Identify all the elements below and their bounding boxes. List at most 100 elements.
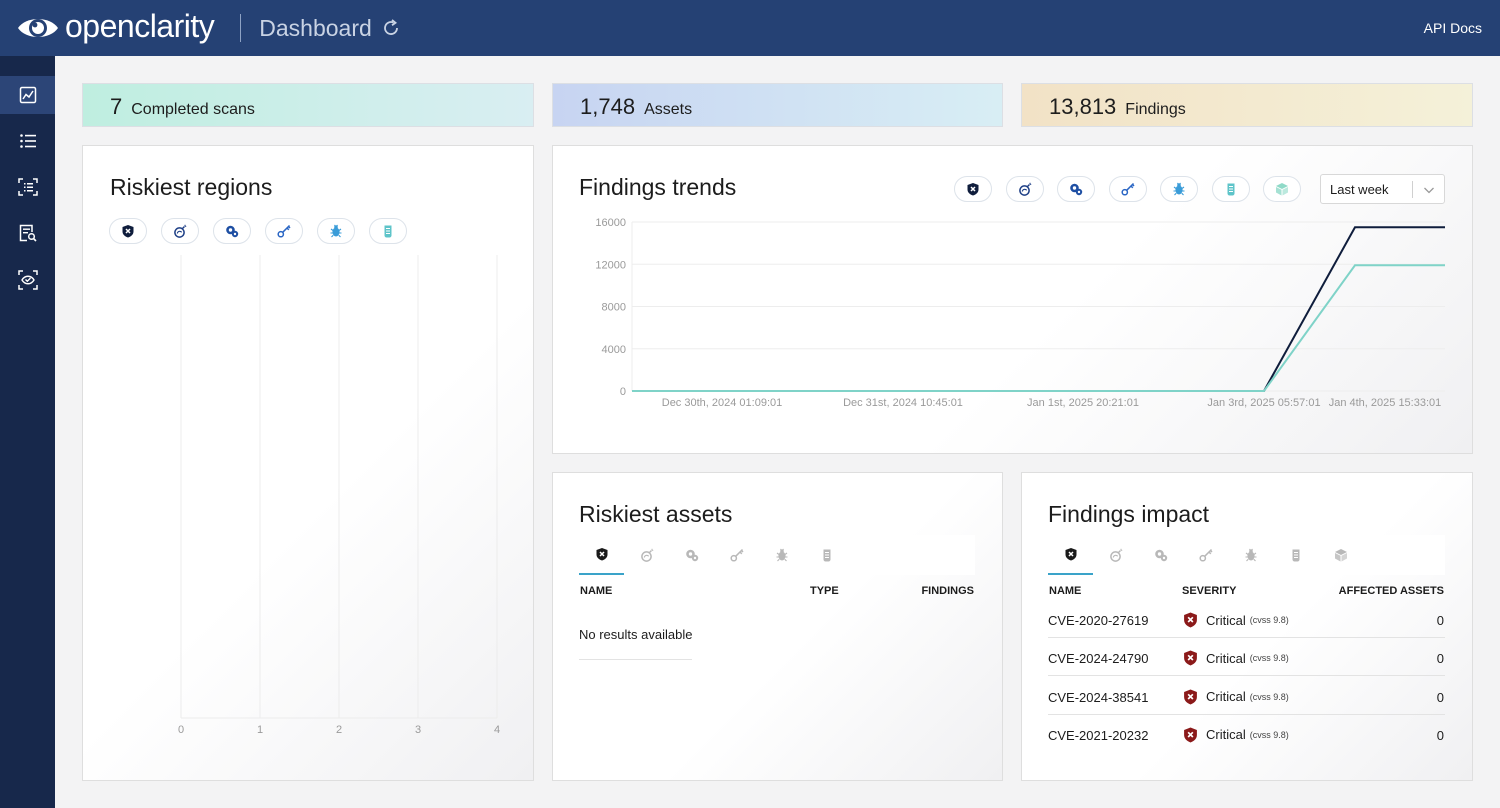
tab-misconfiguration[interactable] [669,535,714,575]
severity-badge: Critical (cvss 9.8) [1183,612,1289,628]
misconfiguration-icon [685,548,699,562]
scan-list-icon [17,178,38,196]
riskiest-assets-title: Riskiest assets [579,501,733,527]
findings-card[interactable]: 13,813 Findings [1021,83,1473,127]
exploit-icon [173,224,187,238]
filter-exploit-toggle[interactable] [161,218,199,244]
column-header-severity[interactable]: SEVERITY [1182,585,1236,597]
scan-eye-icon [17,270,38,290]
filter-malware-toggle[interactable] [1160,176,1198,202]
vulnerability-icon [966,182,980,196]
refresh-icon[interactable] [381,18,401,38]
filter-exploit-toggle[interactable] [1005,176,1044,202]
affected-assets-count: 0 [1436,727,1444,743]
header-divider [240,14,242,42]
tab-rootkit[interactable] [804,535,849,575]
openclarity-logo[interactable]: openclarity [16,8,215,45]
cvss-score: (cvss 9.8) [1249,615,1289,625]
column-header-name[interactable]: NAME [580,585,612,597]
tab-exploit[interactable] [1093,535,1138,575]
tab-secret[interactable] [714,535,759,575]
eye-logo-icon [18,19,58,37]
column-header-affected-assets[interactable]: AFFECTED ASSETS [1339,585,1444,597]
assets-label: Assets [644,101,693,118]
tab-vulnerability[interactable] [1048,535,1093,575]
select-separator [1412,181,1413,198]
tab-secret[interactable] [1183,535,1228,575]
period-select-value: Last week [1330,182,1389,197]
finding-name[interactable]: CVE-2024-38541 [1048,690,1148,705]
sidebar-item-findings[interactable] [0,214,55,252]
rootkit-icon [1289,548,1303,562]
critical-shield-icon [1184,650,1197,666]
package-icon [1334,548,1348,562]
page-title: Dashboard [259,14,372,41]
exploit-icon [640,548,654,562]
filter-malware-toggle[interactable] [317,218,355,244]
column-header-type[interactable]: TYPE [810,585,839,597]
exploit-icon [1109,548,1123,562]
affected-assets-count: 0 [1436,613,1444,628]
search-document-icon [19,224,37,242]
malware-icon [775,548,789,562]
tab-malware[interactable] [759,535,804,575]
filter-vulnerability-toggle[interactable] [109,218,147,244]
tab-vulnerability[interactable] [579,535,624,575]
cvss-score: (cvss 9.8) [1249,653,1289,664]
cvss-score: (cvss 9.8) [1249,729,1289,740]
completed-scans-label: Completed scans [131,101,255,118]
finding-name[interactable]: CVE-2024-24790 [1048,651,1148,666]
severity-label: Critical [1206,650,1246,666]
filter-misconfiguration-toggle[interactable] [1057,176,1095,202]
findings-trends-title: Findings trends [579,174,737,200]
sidebar-item-scan-configurations[interactable] [0,261,55,299]
filter-secret-toggle[interactable] [1108,176,1147,202]
tab-exploit[interactable] [624,535,669,575]
tab-package[interactable] [1318,535,1363,575]
malware-icon [1172,182,1186,196]
brand-name: openclarity [65,8,215,44]
sidebar-item-assets[interactable] [0,168,55,206]
filter-misconfiguration-toggle[interactable] [213,218,251,244]
critical-shield-icon [1184,689,1197,705]
findings-label: Findings [1125,101,1186,118]
filter-rootkit-toggle[interactable] [369,218,407,244]
row-divider [1048,675,1445,677]
tab-misconfiguration[interactable] [1138,535,1183,575]
column-header-name[interactable]: NAME [1049,585,1081,597]
api-docs-link[interactable]: API Docs [1424,20,1482,36]
completed-scans-card[interactable]: 7 Completed scans [82,83,534,127]
critical-shield-icon [1184,612,1197,628]
secret-icon [1120,182,1135,196]
finding-name[interactable]: CVE-2021-20232 [1048,728,1148,743]
tab-rootkit[interactable] [1273,535,1318,575]
severity-label: Critical [1206,612,1246,628]
filter-secret-toggle[interactable] [265,218,303,244]
row-divider [1048,637,1445,638]
period-select[interactable]: Last week [1320,174,1445,204]
findings-count: 13,813 [1049,94,1117,119]
top-header: openclarity Dashboard API Docs [0,0,1500,56]
secret-icon [277,224,291,238]
vulnerability-icon [1064,547,1078,561]
column-header-findings[interactable]: FINDINGS [921,585,974,597]
misconfiguration-icon [1154,548,1168,562]
critical-shield-icon [1184,727,1197,743]
completed-scans-count: 7 [110,94,123,119]
sidebar-item-scans[interactable] [0,122,55,160]
riskiest-regions-panel [82,145,534,781]
affected-assets-count: 0 [1436,689,1444,705]
severity-label: Critical [1206,689,1246,705]
sidebar-item-dashboard[interactable] [0,76,55,114]
row-divider [1048,713,1445,715]
assets-count: 1,748 [580,94,636,119]
filter-vulnerability-toggle[interactable] [954,176,992,202]
assets-card[interactable]: 1,748 Assets [552,83,1003,127]
filter-package-toggle[interactable] [1263,176,1301,202]
filter-rootkit-toggle[interactable] [1211,176,1250,202]
finding-name[interactable]: CVE-2020-27619 [1048,613,1148,628]
chart-icon [19,86,36,104]
severity-label: Critical [1206,727,1246,743]
riskiest-regions-title: Riskiest regions [110,174,273,200]
tab-malware[interactable] [1228,535,1273,575]
